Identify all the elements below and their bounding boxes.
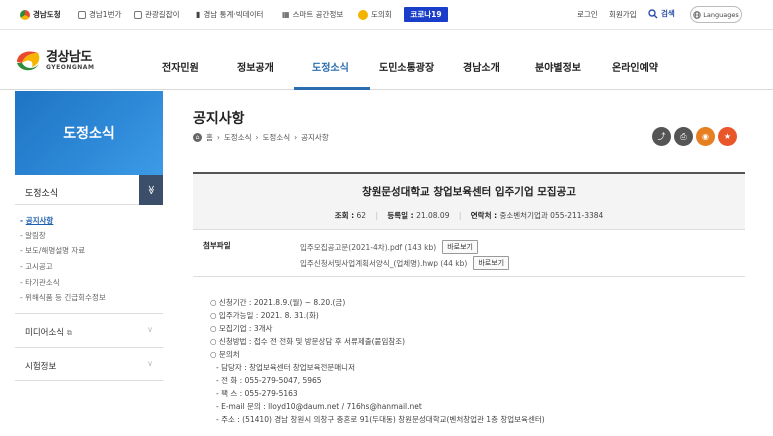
body-line: - 주소 : (51410) 경남 창원시 의창구 충혼로 91(두대동) 창원… — [216, 415, 545, 424]
view-file-button[interactable]: 바로보기 — [442, 240, 478, 254]
divider — [193, 276, 745, 277]
languages-button[interactable]: Languages — [690, 6, 742, 23]
gnb-reservation[interactable]: 온라인예약 — [612, 59, 658, 74]
breadcrumb-level-1[interactable]: 도정소식 — [224, 132, 252, 143]
sidebar-item-food-recall[interactable]: - 위해식품 등 긴급회수정보 — [20, 292, 106, 303]
camera-icon — [134, 10, 142, 19]
body-line: - 전 화 : 055-279-5047, 5965 — [216, 376, 322, 385]
chevron-right-icon: › — [216, 133, 220, 142]
gnb-active-indicator — [294, 87, 370, 90]
sidebar-item-notice[interactable]: - 공지사항 — [20, 215, 53, 226]
sidebar-menu-head[interactable]: 도정소식 ≫ — [15, 175, 163, 205]
post-meta: 조회 : 62 | 등록일 : 21.08.09 | 연락처 : 중소벤처기업과… — [334, 211, 604, 220]
body-line: - 팩 스 : 055-279-5163 — [216, 389, 298, 398]
file-link[interactable]: 입주신청서및사업계획서양식_(업체명).hwp (44 kb) — [300, 258, 467, 269]
print-button[interactable]: ⎙ — [674, 127, 693, 146]
print-icon: ⎙ — [680, 131, 687, 141]
site-logo[interactable]: 경상남도 GYEONGNAM — [14, 48, 94, 74]
home-icon: ⌂ — [193, 133, 202, 142]
attachment-file-2: 입주신청서및사업계획서양식_(업체명).hwp (44 kb) 바로보기 — [300, 256, 510, 270]
bar-chart-icon: ▮ — [196, 10, 201, 19]
gyeongnam-logo-icon — [20, 9, 30, 20]
rss-button[interactable]: ◉ — [696, 127, 715, 146]
gyeongnam-symbol-icon — [17, 51, 40, 71]
link-smart-space[interactable]: ▦ 스마트 공간정보 — [282, 9, 343, 20]
body-line: ○ 입주가능일 : 2021. 8. 31.(화) — [210, 311, 319, 320]
link-council[interactable]: 도의회 — [358, 9, 392, 20]
sidebar-collapse-toggle[interactable]: ≫ — [139, 175, 163, 205]
share-icon: ⤴ — [657, 132, 666, 141]
link-gyeongnam-1[interactable]: 경남1번가 — [78, 9, 121, 20]
chevron-down-icon: ∨ — [147, 325, 153, 334]
top-utility-bar: 경남도청 경남1번가 관광길잡이 ▮ 경남 통계·빅데이터 ▦ 스마트 공간정보… — [0, 0, 773, 30]
site-link-gyeongnam[interactable]: 경남도청 — [20, 9, 61, 20]
link-tour[interactable]: 관광길잡이 — [134, 9, 180, 20]
breadcrumb: ⌂ 홈 › 도정소식 › 도정소식 › 공지사항 — [193, 132, 329, 143]
link-statistics[interactable]: ▮ 경남 통계·빅데이터 — [196, 9, 263, 20]
body-line: - E-mail 문의 : lloyd10@daum.net / 716hs@h… — [216, 402, 422, 411]
share-toolbar: ⤴ ⎙ ◉ ★ — [652, 127, 737, 146]
login-link[interactable]: 로그인 — [577, 9, 598, 20]
breadcrumb-level-2[interactable]: 도정소식 — [263, 132, 291, 143]
chevron-right-icon: › — [255, 133, 259, 142]
sidebar-menu-label: 도정소식 — [25, 189, 59, 199]
breadcrumb-current[interactable]: 공지사항 — [301, 132, 329, 143]
view-count: 62 — [356, 211, 367, 220]
gnb-news[interactable]: 도정소식 — [312, 59, 349, 74]
sidebar-group-media[interactable]: 미디어소식 ⧉ ∨ — [15, 313, 163, 347]
attachment-file-1: 입주모집공고문(2021-4차).pdf (143 kb) 바로보기 — [300, 240, 478, 254]
gnb-square[interactable]: 도민소통광장 — [379, 59, 434, 74]
search-icon — [648, 8, 658, 18]
council-logo-icon — [358, 9, 368, 20]
logo-korean: 경상남도 — [46, 50, 92, 65]
join-link[interactable]: 회원가입 — [609, 9, 637, 20]
chevron-right-icon: › — [294, 133, 298, 142]
sidebar-item-alert[interactable]: - 알림창 — [20, 230, 46, 241]
globe-icon — [693, 10, 701, 19]
rss-icon: ◉ — [702, 132, 709, 141]
gnb-about[interactable]: 경남소개 — [463, 59, 500, 74]
post-date: 21.08.09 — [416, 211, 450, 220]
search-button[interactable]: 검색 — [648, 8, 675, 19]
favorite-button[interactable]: ★ — [718, 127, 737, 146]
star-icon: ★ — [723, 132, 732, 141]
sidebar-item-press[interactable]: - 보도/해명설명 자료 — [20, 245, 85, 256]
attachment-label: 첨부파일 — [203, 241, 231, 250]
logo-english: GYEONGNAM — [46, 64, 95, 71]
body-line: ○ 문의처 — [210, 350, 240, 359]
share-button[interactable]: ⤴ — [652, 127, 671, 146]
gnb-field-info[interactable]: 분야별정보 — [535, 59, 581, 74]
post-title: 창원문성대학교 창업보육센터 입주기업 모집공고 — [362, 186, 576, 198]
body-line: ○ 신청기간 : 2021.8.9.(월) ~ 8.20.(금) — [210, 298, 346, 307]
gnb-info[interactable]: 정보공개 — [237, 59, 274, 74]
view-file-button[interactable]: 바로보기 — [473, 256, 510, 270]
body-line: ○ 신청방법 : 접수 전 전화 및 방문상담 후 서류제출(붙임참조) — [210, 337, 406, 346]
building-icon: ▦ — [282, 10, 290, 19]
external-link-icon: ⧉ — [66, 329, 72, 337]
post-header: 창원문성대학교 창업보육센터 입주기업 모집공고 조회 : 62 | 등록일 :… — [193, 172, 745, 230]
page-title: 공지사항 — [193, 111, 245, 127]
sidebar-item-other-agency[interactable]: - 타기관소식 — [20, 277, 60, 288]
sidebar-item-announce[interactable]: - 고시공고 — [20, 261, 53, 272]
double-chevron-down-icon: ≫ — [145, 185, 156, 195]
gnb-civil[interactable]: 전자민원 — [162, 59, 199, 74]
sidebar-title: 도정소식 — [15, 91, 163, 175]
body-line: - 담당자 : 창업보육센터 창업보육전문매니저 — [216, 363, 355, 372]
file-link[interactable]: 입주모집공고문(2021-4차).pdf (143 kb) — [300, 242, 436, 253]
chevron-down-icon: ∨ — [147, 359, 153, 368]
body-line: ○ 모집기업 : 3개사 — [210, 324, 273, 333]
corona19-button[interactable]: 코로나19 — [404, 7, 448, 22]
post-contact: 중소벤처기업과 055-211-3384 — [499, 211, 604, 220]
sidebar-group-exam[interactable]: 시험정보 ∨ — [15, 347, 163, 381]
breadcrumb-home[interactable]: 홈 — [206, 132, 213, 143]
flag-icon — [78, 10, 86, 19]
